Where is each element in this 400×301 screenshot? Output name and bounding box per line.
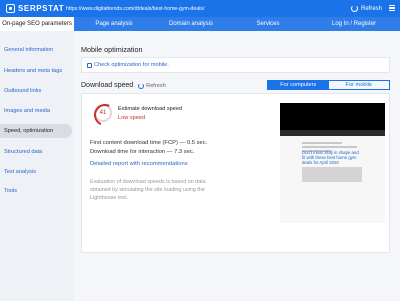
sidebar-item-text-analysis[interactable]: Text analysis bbox=[0, 165, 72, 179]
sidebar-item-outbound-links[interactable]: Outbound links bbox=[0, 84, 72, 98]
logo-text: SERPSTAT bbox=[18, 4, 65, 13]
refresh-label: Refresh bbox=[360, 5, 382, 12]
download-speed-title: Download speed bbox=[81, 82, 134, 89]
serpstat-logo[interactable]: SERPSTAT bbox=[0, 0, 66, 17]
thumbnail-headline: Don't miss! Stay in shape and fit with t… bbox=[302, 150, 359, 165]
for-computers-button[interactable]: For computers bbox=[268, 81, 329, 89]
main-tabs: On-page SEO parameters Page analysis Dom… bbox=[0, 17, 400, 31]
check-mobile-link-text: Check optimization for mobile. bbox=[94, 62, 169, 68]
mobile-optimization-title: Mobile optimization bbox=[81, 45, 143, 54]
detailed-report-link[interactable]: Detailed report with recommendations bbox=[90, 161, 188, 167]
speed-refresh-label: Refresh bbox=[146, 82, 166, 89]
sidebar-item-general-information[interactable]: General information bbox=[0, 43, 72, 57]
mobile-optimization-card: Check optimization for mobile. bbox=[81, 57, 390, 73]
device-toggle: For computers For mobile bbox=[267, 80, 390, 90]
speed-score-gauge: 41 bbox=[94, 104, 112, 122]
refresh-icon bbox=[350, 5, 358, 12]
interaction-time: Download time for interaction — 7.3 sec. bbox=[90, 149, 195, 155]
main-content: Mobile optimization Check optimization f… bbox=[74, 31, 400, 301]
refresh-button[interactable]: Refresh bbox=[350, 0, 382, 17]
sidebar-item-speed-optimization[interactable]: Speed, optimization bbox=[0, 124, 72, 138]
tab-page-analysis[interactable]: Page analysis bbox=[74, 17, 154, 31]
page-url: https://www.digitaltrends.com/dtdeals/be… bbox=[66, 5, 205, 12]
page-screenshot-thumbnail: Don't miss! Stay in shape and fit with t… bbox=[280, 103, 385, 223]
tab-domain-analysis[interactable]: Domain analysis bbox=[154, 17, 228, 31]
tab-services[interactable]: Services bbox=[228, 17, 308, 31]
estimate-speed-label: Estimate download speed bbox=[118, 106, 183, 112]
download-speed-header: Download speed Refresh bbox=[81, 82, 166, 89]
fcp-time: First content download time (FCP) — 0.5 … bbox=[90, 140, 208, 146]
top-bar: SERPSTAT https://www.digitaltrends.com/d… bbox=[0, 0, 400, 17]
refresh-icon bbox=[138, 82, 145, 89]
thumbnail-line bbox=[302, 142, 342, 144]
thumbnail-image-placeholder bbox=[302, 167, 362, 182]
external-link-icon bbox=[87, 62, 92, 68]
serpstat-logo-icon bbox=[6, 4, 15, 13]
thumbnail-line bbox=[302, 146, 357, 148]
menu-icon[interactable] bbox=[389, 5, 395, 11]
sidebar-item-structured-data[interactable]: Structured data bbox=[0, 145, 72, 159]
tab-on-page-seo[interactable]: On-page SEO parameters bbox=[0, 17, 74, 31]
sidebar: General information Headers and meta tag… bbox=[0, 31, 74, 301]
for-mobile-button[interactable]: For mobile bbox=[329, 81, 390, 89]
lighthouse-note: Evaluation of download speeds is based o… bbox=[90, 179, 206, 201]
sidebar-item-tools[interactable]: Tools bbox=[0, 184, 72, 198]
estimate-speed-value: Low speed bbox=[118, 115, 146, 121]
check-mobile-link[interactable]: Check optimization for mobile. bbox=[87, 62, 169, 68]
sidebar-item-images-media[interactable]: Images and media bbox=[0, 104, 72, 118]
tab-login-register[interactable]: Log In / Register bbox=[308, 17, 400, 31]
thumbnail-navbar bbox=[280, 130, 385, 136]
sidebar-item-headers-meta[interactable]: Headers and meta tags bbox=[0, 64, 72, 78]
download-speed-card: 41 Estimate download speed Low speed Fir… bbox=[81, 93, 390, 253]
speed-refresh-button[interactable]: Refresh bbox=[138, 82, 166, 89]
